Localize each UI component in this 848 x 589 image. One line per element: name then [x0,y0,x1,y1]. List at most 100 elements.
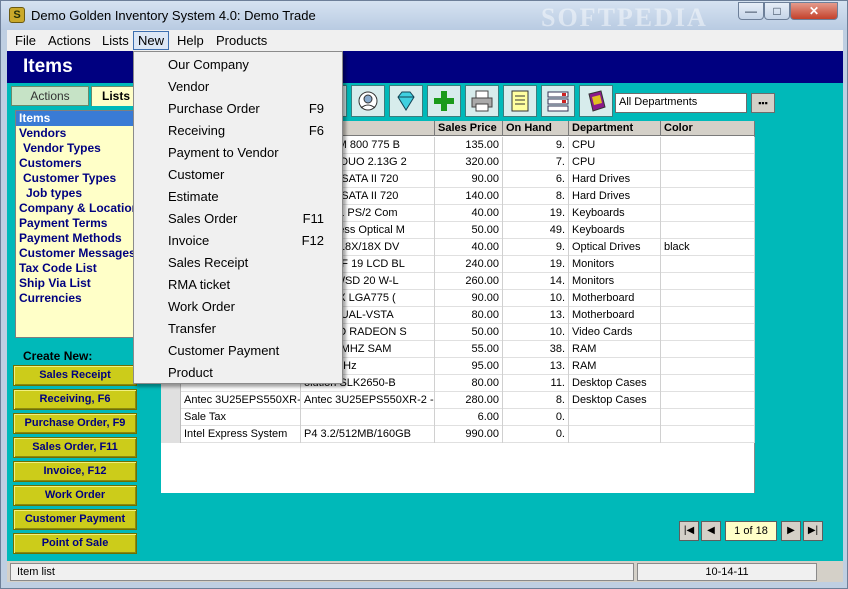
list-item-customer-types[interactable]: Customer Types [16,171,134,186]
menu-file[interactable]: File [15,33,36,48]
cell-department: RAM [569,341,661,358]
cell-description: Antec 3U25EPS550XR-2 - [301,392,435,409]
menu-item-rma-ticket[interactable]: RMA ticket [134,274,342,296]
menu-item-transfer[interactable]: Transfer [134,318,342,340]
header-sales-price[interactable]: Sales Price [435,121,503,136]
list-item-items[interactable]: Items [16,111,134,126]
book-icon[interactable] [579,85,613,117]
receiving-button[interactable]: Receiving, F6 [13,389,137,410]
first-page-button[interactable]: |◀ [679,521,699,541]
list-item-customer-messages[interactable]: Customer Messages [16,246,136,261]
lists-panel: Items Vendors Vendor Types Customers Cus… [15,110,146,338]
sales-receipt-button[interactable]: Sales Receipt [13,365,137,386]
menu-item-invoice[interactable]: Invoice F12 [134,230,342,252]
cell-color [661,171,755,188]
maximize-button[interactable]: □ [764,2,790,20]
tab-actions[interactable]: Actions [11,86,89,106]
list-item-ship-via-list[interactable]: Ship Via List [16,276,134,291]
invoice-button[interactable]: Invoice, F12 [13,461,137,482]
cell-sales-price: 80.00 [435,375,503,392]
menu-item-label: Work Order [168,299,235,314]
list-view-icon[interactable] [541,85,575,117]
table-row[interactable]: Sale Tax 6.00 0. [161,409,755,426]
cell-sales-price: 50.00 [435,222,503,239]
diamond-icon[interactable] [389,85,423,117]
cell-color [661,358,755,375]
row-selector[interactable] [161,392,181,409]
list-item-job-types[interactable]: Job types [16,186,134,201]
menu-item-purchase-order[interactable]: Purchase Order F9 [134,98,342,120]
menu-item-sales-order[interactable]: Sales Order F11 [134,208,342,230]
list-item-customers[interactable]: Customers [16,156,134,171]
list-item-tax-code-list[interactable]: Tax Code List [16,261,134,276]
cell-sales-price: 55.00 [435,341,503,358]
cell-on-hand: 11. [503,375,569,392]
list-item-payment-terms[interactable]: Payment Terms [16,216,134,231]
cell-name: Sale Tax [181,409,301,426]
cell-color: black [661,239,755,256]
menu-item-receiving[interactable]: Receiving F6 [134,120,342,142]
row-selector[interactable] [161,409,181,426]
menu-item-customer-payment[interactable]: Customer Payment [134,340,342,362]
cell-department: Optical Drives [569,239,661,256]
point-of-sale-button[interactable]: Point of Sale [13,533,137,554]
menu-new[interactable]: New [133,31,170,50]
menu-item-customer[interactable]: Customer [134,164,342,186]
menu-lists[interactable]: Lists [102,33,129,48]
department-filter-button[interactable]: ▪▪▪ [751,93,775,113]
print-icon[interactable] [465,85,499,117]
cell-color [661,375,755,392]
app-window: S Demo Golden Inventory System 4.0: Demo… [0,0,848,589]
prev-page-button[interactable]: ◀ [701,521,721,541]
menu-item-work-order[interactable]: Work Order [134,296,342,318]
list-item-vendors[interactable]: Vendors [16,126,134,141]
last-page-button[interactable]: ▶| [803,521,823,541]
minimize-button[interactable]: — [738,2,764,20]
menu-item-vendor[interactable]: Vendor [134,76,342,98]
app-logo-icon[interactable]: S [9,7,25,23]
list-item-payment-methods[interactable]: Payment Methods [16,231,134,246]
header-on-hand[interactable]: On Hand [503,121,569,136]
table-row[interactable]: Antec 3U25EPS550XR-2 Antec 3U25EPS550XR-2… [161,392,755,409]
sales-order-button[interactable]: Sales Order, F11 [13,437,137,458]
list-item-currencies[interactable]: Currencies [16,291,134,306]
list-item-company-locations[interactable]: Company & Locations [16,201,146,216]
cell-department: Hard Drives [569,188,661,205]
customer-payment-button[interactable]: Customer Payment [13,509,137,530]
menu-help[interactable]: Help [177,33,204,48]
department-select[interactable]: All Departments [615,93,747,113]
menu-item-payment-to-vendor[interactable]: Payment to Vendor [134,142,342,164]
table-row[interactable]: Intel Express System P4 3.2/512MB/160GB 99… [161,426,755,443]
next-page-button[interactable]: ▶ [781,521,801,541]
menu-item-our-company[interactable]: Our Company [134,54,342,76]
menu-item-label: Estimate [168,189,219,204]
cell-on-hand: 14. [503,273,569,290]
cell-color [661,188,755,205]
menu-item-label: Sales Order [168,211,238,226]
menu-item-estimate[interactable]: Estimate [134,186,342,208]
menu-item-product[interactable]: Product [134,362,342,384]
purchase-order-button[interactable]: Purchase Order, F9 [13,413,137,434]
menu-item-shortcut: F11 [302,211,324,226]
work-order-button[interactable]: Work Order [13,485,137,506]
add-icon[interactable] [427,85,461,117]
cell-department: Motherboard [569,307,661,324]
cell-color [661,307,755,324]
cell-on-hand: 8. [503,188,569,205]
header-color[interactable]: Color [661,121,755,136]
cell-on-hand: 13. [503,307,569,324]
menu-actions[interactable]: Actions [48,33,91,48]
row-selector[interactable] [161,426,181,443]
menu-item-sales-receipt[interactable]: Sales Receipt [134,252,342,274]
close-button[interactable]: ✕ [790,2,838,20]
window-title: Demo Golden Inventory System 4.0: Demo T… [31,8,316,23]
list-item-vendor-types[interactable]: Vendor Types [16,141,134,156]
header-department[interactable]: Department [569,121,661,136]
cell-on-hand: 8. [503,392,569,409]
customer-icon[interactable] [351,85,385,117]
menu-item-label: Purchase Order [168,101,260,116]
menu-products[interactable]: Products [216,33,267,48]
cell-sales-price: 50.00 [435,324,503,341]
report-icon[interactable] [503,85,537,117]
cell-color [661,324,755,341]
